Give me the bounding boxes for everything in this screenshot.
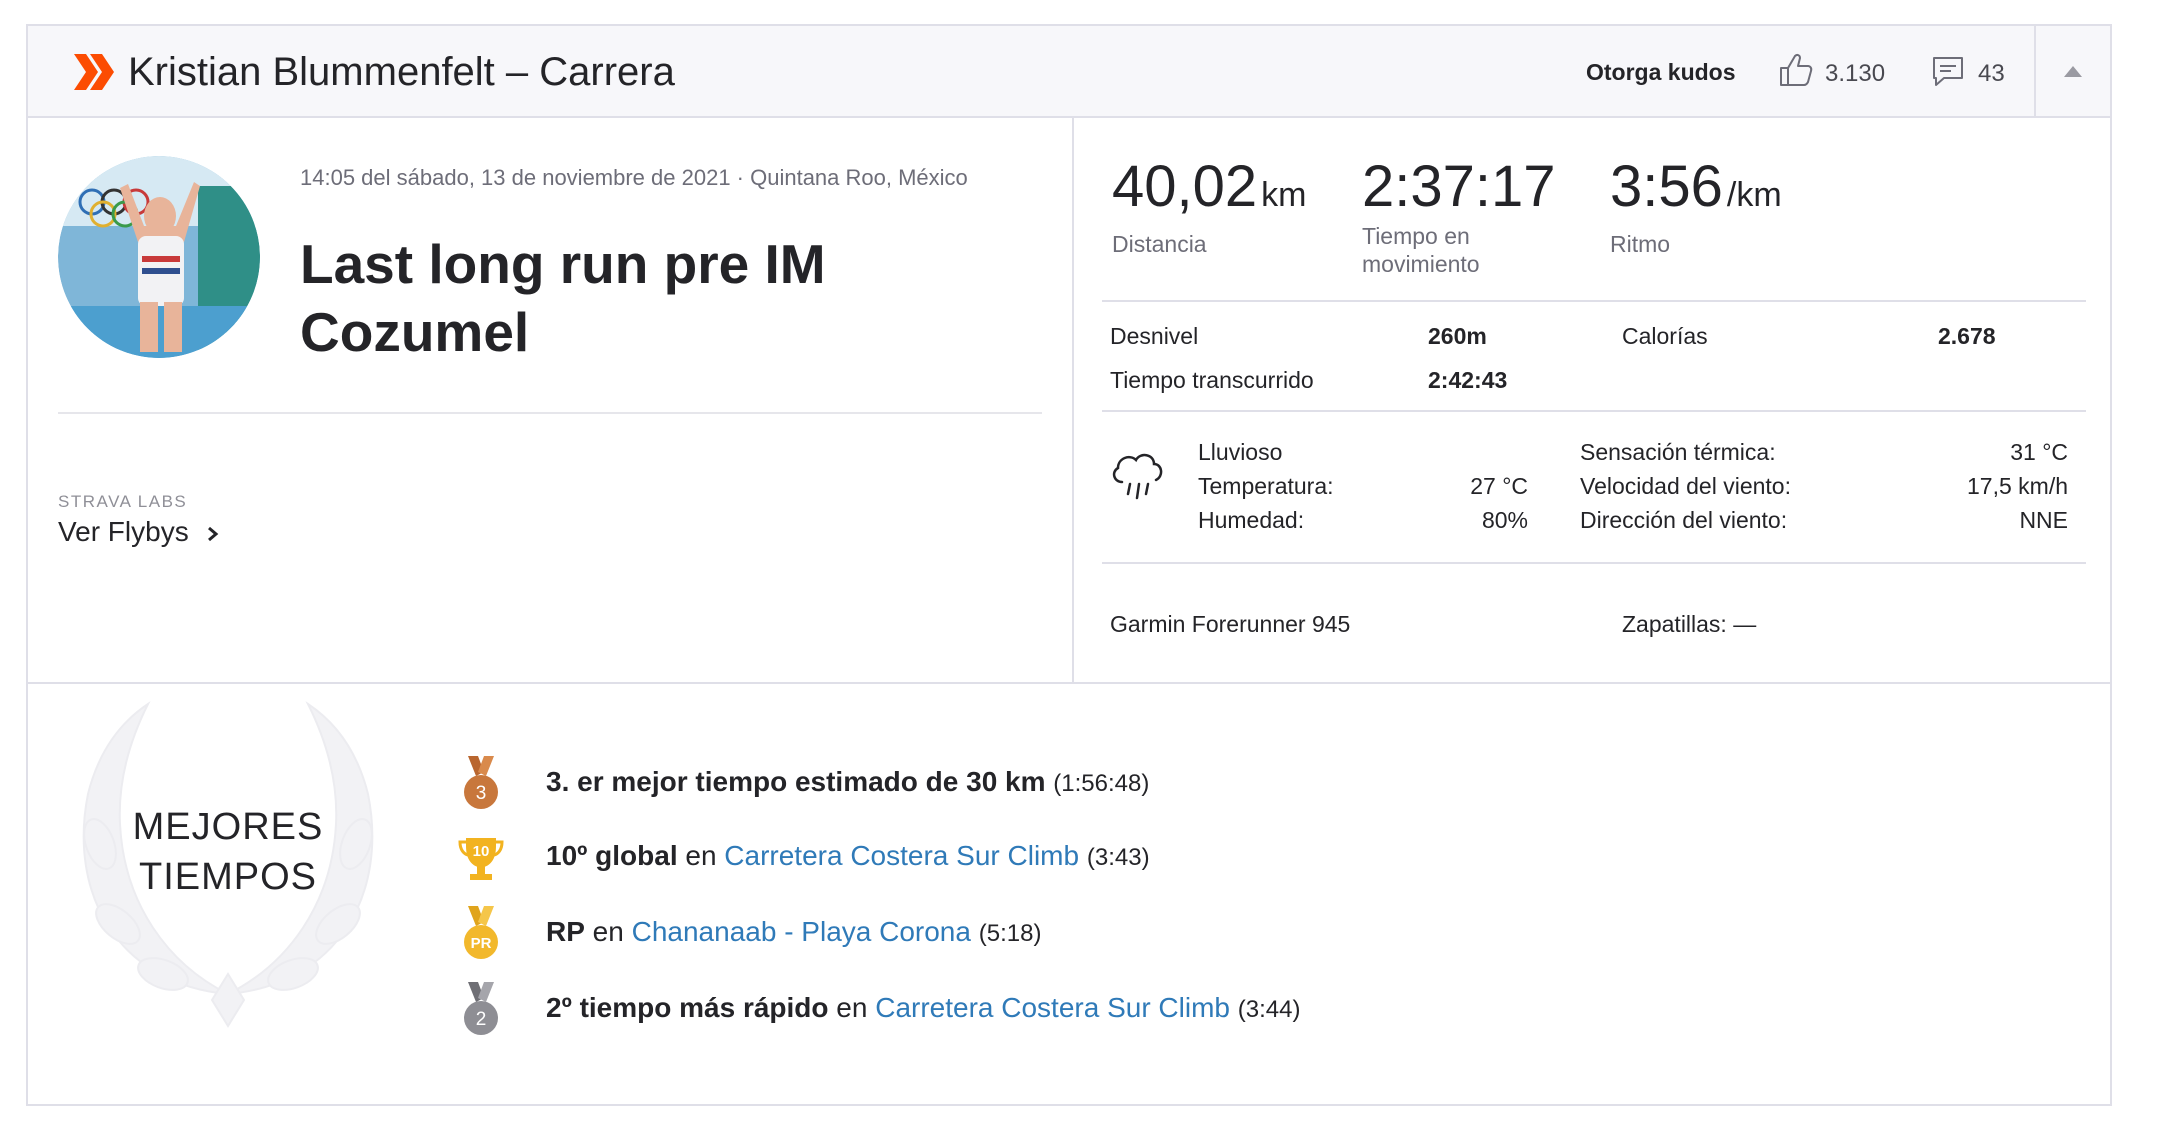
thumbs-up-icon[interactable] [1778,52,1814,88]
column-divider [1072,118,1074,684]
collapse-button[interactable] [2034,26,2112,116]
device-name: Garmin Forerunner 945 [1110,611,1351,637]
achievement-title: 10º global [546,840,678,871]
achievement-connector: en [584,916,632,947]
chevron-right-icon[interactable] [206,526,220,542]
wind-direction-value: NNE [2019,507,2068,533]
give-kudos-button[interactable]: Otorga kudos [1586,56,1736,88]
divider [1102,562,2086,564]
wind-speed-value: 17,5 km/h [1967,473,2068,499]
bronze-medal-icon: 3 [464,756,498,809]
feels-like-value: 31 °C [2010,439,2068,465]
temperature-label: Temperatura: [1198,473,1334,499]
view-flybys-link[interactable]: Ver Flybys [58,512,189,552]
moving-time-value: 2:37:17 [1362,154,1556,219]
stat-distance: 40,02 km Distancia [1112,154,1306,258]
activity-header: Kristian Blummenfelt – Carrera Otorga ku… [28,26,2110,118]
distance-label: Distancia [1112,231,1207,257]
distance-unit: km [1261,176,1307,214]
athlete-avatar[interactable] [58,156,260,358]
achievement-title: 3. er mejor tiempo estimado de 30 km [546,766,1046,797]
segment-link[interactable]: Carretera Costera Sur Climb [875,992,1230,1023]
calories-value: 2.678 [1938,323,1996,349]
best-efforts-heading: MEJORES TIEMPOS [58,802,398,902]
elevation-label: Desnivel [1110,323,1199,349]
wind-speed-label: Velocidad del viento: [1580,473,1791,499]
distance-value: 40,02 [1112,154,1258,219]
caret-up-icon [2064,66,2082,77]
segment-link[interactable]: Chananaab - Playa Corona [632,916,971,947]
kudos-count[interactable]: 3.130 [1825,58,1885,90]
pace-value: 3:56 [1610,154,1723,219]
pace-unit: /km [1726,176,1782,214]
activity-type-icon [74,54,114,90]
humidity-label: Humedad: [1198,507,1305,533]
page-title: Kristian Blummenfelt – Carrera [128,50,675,94]
divider [1102,410,2086,412]
badge-text: 10 [473,843,490,860]
temperature-value: 27 °C [1470,473,1528,499]
divider [1102,300,2086,302]
activity-title: Last long run pre IM Cozumel [300,233,826,363]
stat-moving-time: 2:37:17 Tiempo en movimiento [1362,154,1556,278]
section-divider [28,682,2110,684]
achievement-text: 3. er mejor tiempo estimado de 30 km (1:… [546,762,1149,804]
divider [58,412,1042,414]
stat-pace: 3:56/km Ritmo [1610,154,1782,258]
badge-text: 3 [476,783,487,804]
weather-condition: Lluvioso [1198,439,1283,465]
shoes-info: Zapatillas: — [1622,611,1757,637]
humidity-value: 80% [1481,507,1528,533]
calories-label: Calorías [1622,323,1708,349]
badge-text: PR [471,935,492,952]
feels-like-label: Sensación térmica: [1580,439,1776,465]
segment-link[interactable]: Carretera Costera Sur Climb [724,840,1079,871]
activity-card: Kristian Blummenfelt – Carrera Otorga ku… [26,24,2112,1106]
achievement-connector: en [828,992,876,1023]
achievement-time: (5:18) [978,920,1042,947]
elevation-value: 260m [1428,323,1487,349]
gold-pr-medal-icon: PR [464,906,498,959]
achievement-time: (1:56:48) [1053,770,1150,797]
achievement-time: (3:43) [1086,844,1150,871]
achievement-text: RP en Chananaab - Playa Corona (5:18) [546,912,1041,954]
comment-icon[interactable] [1931,54,1965,88]
achievement-title: 2º tiempo más rápido [546,992,829,1023]
pace-label: Ritmo [1610,231,1671,257]
wind-direction-label: Dirección del viento: [1580,507,1788,533]
achievement-connector: en [677,840,725,871]
achievement-title: RP [546,916,585,947]
comment-count[interactable]: 43 [1978,58,2005,90]
elapsed-time-label: Tiempo transcurrido [1110,367,1314,393]
moving-time-label: Tiempo en movimiento [1362,223,1480,277]
best-efforts-heading-line2: TIEMPOS [138,856,318,898]
elapsed-time-value: 2:42:43 [1428,367,1508,393]
achievement-text: 10º global en Carretera Costera Sur Clim… [546,836,1150,878]
trophy-icon: 10 [458,838,504,880]
achievement-time: (3:44) [1237,996,1301,1023]
achievement-text: 2º tiempo más rápido en Carretera Coster… [546,988,1300,1030]
activity-date-location: 14:05 del sábado, 13 de noviembre de 202… [300,165,968,190]
best-efforts-heading-line1: MEJORES [132,806,324,848]
rain-cloud-icon [1112,453,1163,500]
silver-medal-icon: 2 [464,982,498,1035]
strava-labs-label: STRAVA LABS [58,492,188,511]
badge-text: 2 [476,1009,487,1030]
